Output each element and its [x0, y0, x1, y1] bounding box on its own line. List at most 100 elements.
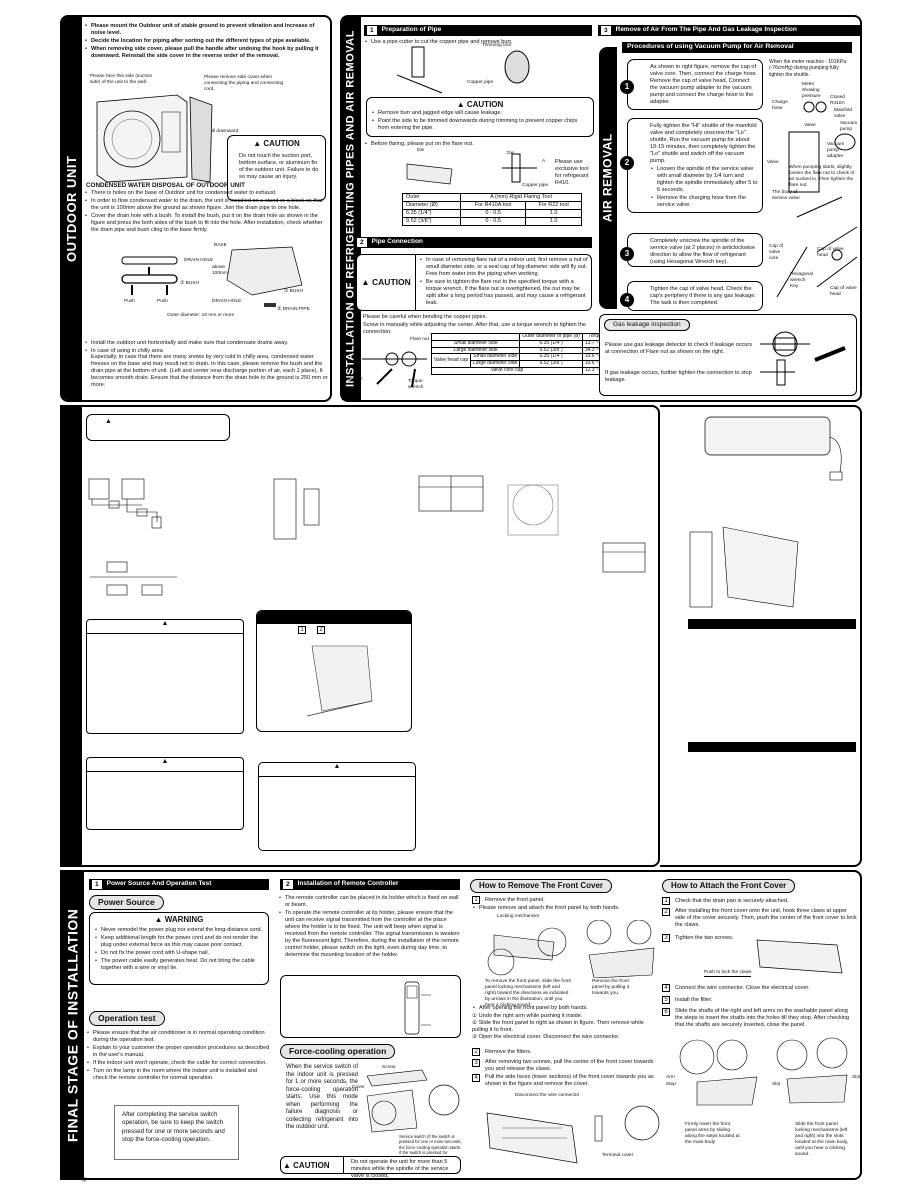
step-text: Install the filter.	[675, 997, 713, 1003]
caution-title: ▲ CAUTION	[283, 1161, 330, 1170]
warning-list: Never remodel the power plug nor extend …	[94, 927, 264, 972]
caution-list: Remove burr and jagged edge will cause l…	[371, 110, 589, 132]
substep: ① Undo the right arm while pushing it in…	[472, 1013, 583, 1019]
list-item: Do not fix the power cord with U-shape n…	[94, 950, 264, 957]
spec-table-outline	[418, 475, 559, 536]
step-text: As shown in right figure, remove the cap…	[650, 64, 758, 105]
section-1-header: 1 Preparation of Pipe	[364, 25, 592, 36]
list-item: Be sure to tighten the flare nut to the …	[419, 279, 589, 307]
list-item: The remote controller can be placed in i…	[278, 895, 461, 909]
outdoor-bullets: Please mount the Outdoor unit of stable …	[84, 23, 328, 61]
substep: ② Slide the front panel to right as show…	[472, 1019, 644, 1033]
small-table-outline	[602, 542, 646, 573]
caution-box: ▲	[258, 762, 416, 851]
label-drain-hole: DRAIN HOLE	[212, 299, 242, 304]
remote-controller-illustration	[404, 981, 431, 1035]
table-header: Diameter (Ø)	[402, 200, 461, 210]
remove-step-2: 2 Remove the filters.	[472, 1048, 660, 1056]
label-wrench: Wrench	[346, 377, 363, 382]
list-item: Please ensure that the air conditioner i…	[86, 1030, 271, 1044]
list-item: There is holes on the base of Outdoor un…	[84, 190, 328, 197]
warning-box: ▲ WARNING Never remodel the power plug n…	[89, 912, 269, 985]
label-above: above 100mm	[212, 265, 228, 276]
step-text: Check that the drain pan is securely att…	[675, 898, 789, 904]
step-1: 1 As shown in right figure, remove the ca…	[620, 59, 763, 110]
step-text: After installing the front cover onto th…	[675, 908, 857, 928]
label: Meter showing pressure	[802, 82, 821, 99]
section-title: Procedures of using Vacuum Pump for Air …	[627, 43, 794, 51]
band-title: OUTDOOR UNIT	[63, 155, 79, 262]
section-header-bar	[688, 742, 856, 752]
attach-front-cover-title: How to Attach the Front Cover	[662, 879, 796, 893]
final-stage-panel: FINAL STAGE OF INSTALLATION 1 Power Sourc…	[60, 870, 862, 1180]
r410-note: Please use exclusive tool for refrigeran…	[555, 159, 589, 186]
registered-mark: ®	[82, 1178, 87, 1184]
section-3-header: 3 Remove of Air From The Pipe And Gas Lea…	[598, 25, 860, 36]
section-header-bar	[688, 619, 856, 629]
label: Cap of valve head	[830, 286, 857, 297]
service-switch-note: After completing the service switch oper…	[114, 1105, 239, 1160]
step-text: Tighten the two screws.	[675, 935, 734, 941]
step-number: 2	[317, 626, 325, 634]
section-number: 2	[357, 238, 367, 247]
section-number: 3	[601, 26, 611, 35]
step-4: 4 Tighten the cap of valve head. Check th…	[620, 281, 763, 311]
label-slot: Slot	[852, 1075, 861, 1080]
terminal-diagram	[273, 478, 320, 540]
label: Charge hose	[772, 100, 788, 111]
label: The body of service valve	[772, 190, 800, 201]
remove-front-cover-title: How to Remove The Front Cover	[470, 879, 613, 893]
warning-icon: ▲	[259, 763, 415, 777]
step-text: Connect the wire connector. Close the el…	[675, 985, 810, 991]
caution-box: ▲ CAUTION In case of removing flare nut …	[356, 254, 592, 311]
label-terminal-cover: Terminal cover	[602, 1153, 634, 1158]
remove-bullet: After opening the front panel by both ha…	[472, 1005, 657, 1013]
step-number: 1	[620, 79, 634, 94]
gas-text: Please use gas leakage detector to check…	[605, 342, 753, 355]
step-3: 3 Completely unscrew the spindle of the s…	[620, 233, 763, 267]
label-die: Die	[507, 151, 515, 156]
air-removal-band: AIR REMOVAL	[599, 47, 617, 309]
label-slot: Slot	[772, 1082, 781, 1087]
flaring-table: Outer A (mm) Rigid Flaring Tool Diameter …	[402, 193, 583, 226]
step-text: Remove the front panel.	[485, 897, 545, 903]
section-1-header: 1 Power Source And Operation Test	[89, 879, 269, 890]
label: When pumping starts, slightly loosen the…	[789, 165, 855, 188]
list-item: Turn on the lamp in the room where the i…	[86, 1068, 271, 1082]
step-text: Completely unscrew the spindle of the se…	[650, 238, 756, 265]
table-row: 9.52 (3/8") 0 - 0.5 1.0	[402, 216, 582, 226]
band-title: FINAL STAGE OF INSTALLATION	[64, 908, 81, 1142]
section-number: 1	[367, 26, 377, 35]
step-text: Fully tighten the "Hi" shuttle of the ma…	[650, 123, 757, 164]
list-item: In order to flow condensed water to the …	[84, 198, 328, 212]
section-title: Power Source And Operation Test	[106, 880, 212, 888]
list-item: The power cable easily generates heat. D…	[94, 958, 264, 972]
label-push: Push	[157, 299, 168, 304]
caution-text: Do not touch the suction port, bottom su…	[239, 153, 319, 180]
list-item: To operate the remote controller at its …	[278, 910, 461, 959]
list-item: Loosen the spindle of the service valve …	[650, 166, 758, 194]
operation-test-title: Operation test	[89, 1011, 165, 1026]
outdoor-unit-band: OUTDOOR UNIT	[62, 17, 82, 400]
label: Valve	[804, 123, 816, 128]
label-outer-diameter: Outer diameter: 16 mm or more	[167, 313, 235, 318]
outdoor-unit-panel: OUTDOOR UNIT Please mount the Outdoor un…	[60, 15, 332, 402]
label: Manifold valve	[834, 108, 853, 119]
caution-box: ▲ CAUTION Remove burr and jagged edge wi…	[366, 97, 594, 137]
list-item: In case of removing flare nut of a indoo…	[419, 257, 589, 278]
force-cooling-title: Force-cooling operation	[280, 1044, 396, 1059]
warning-icon: ▲	[105, 418, 112, 425]
section-title: Preparation of Pipe	[381, 26, 442, 34]
caution-box: ▲	[86, 619, 244, 734]
substep: ③ Open the electrical cover. Disconnect …	[472, 1033, 620, 1040]
label: Closed R410A	[830, 95, 845, 106]
step-text: Slide the shafts of the right and left a…	[675, 1008, 850, 1028]
label-drain-hole: DRAIN HOLE	[184, 258, 214, 263]
caution-list: In case of removing flare nut of a indoo…	[419, 257, 589, 308]
caution-box: ▲	[86, 757, 244, 830]
list-item: Cover the drain hole with a bush. To ins…	[84, 213, 328, 234]
procedures-header: Procedures of using Vacuum Pump for Air …	[622, 42, 852, 53]
attach-step-2: 2 After installing the front cover onto t…	[662, 908, 857, 929]
divider	[415, 255, 416, 310]
label-trimming-tool: Trimming tool	[482, 43, 511, 48]
